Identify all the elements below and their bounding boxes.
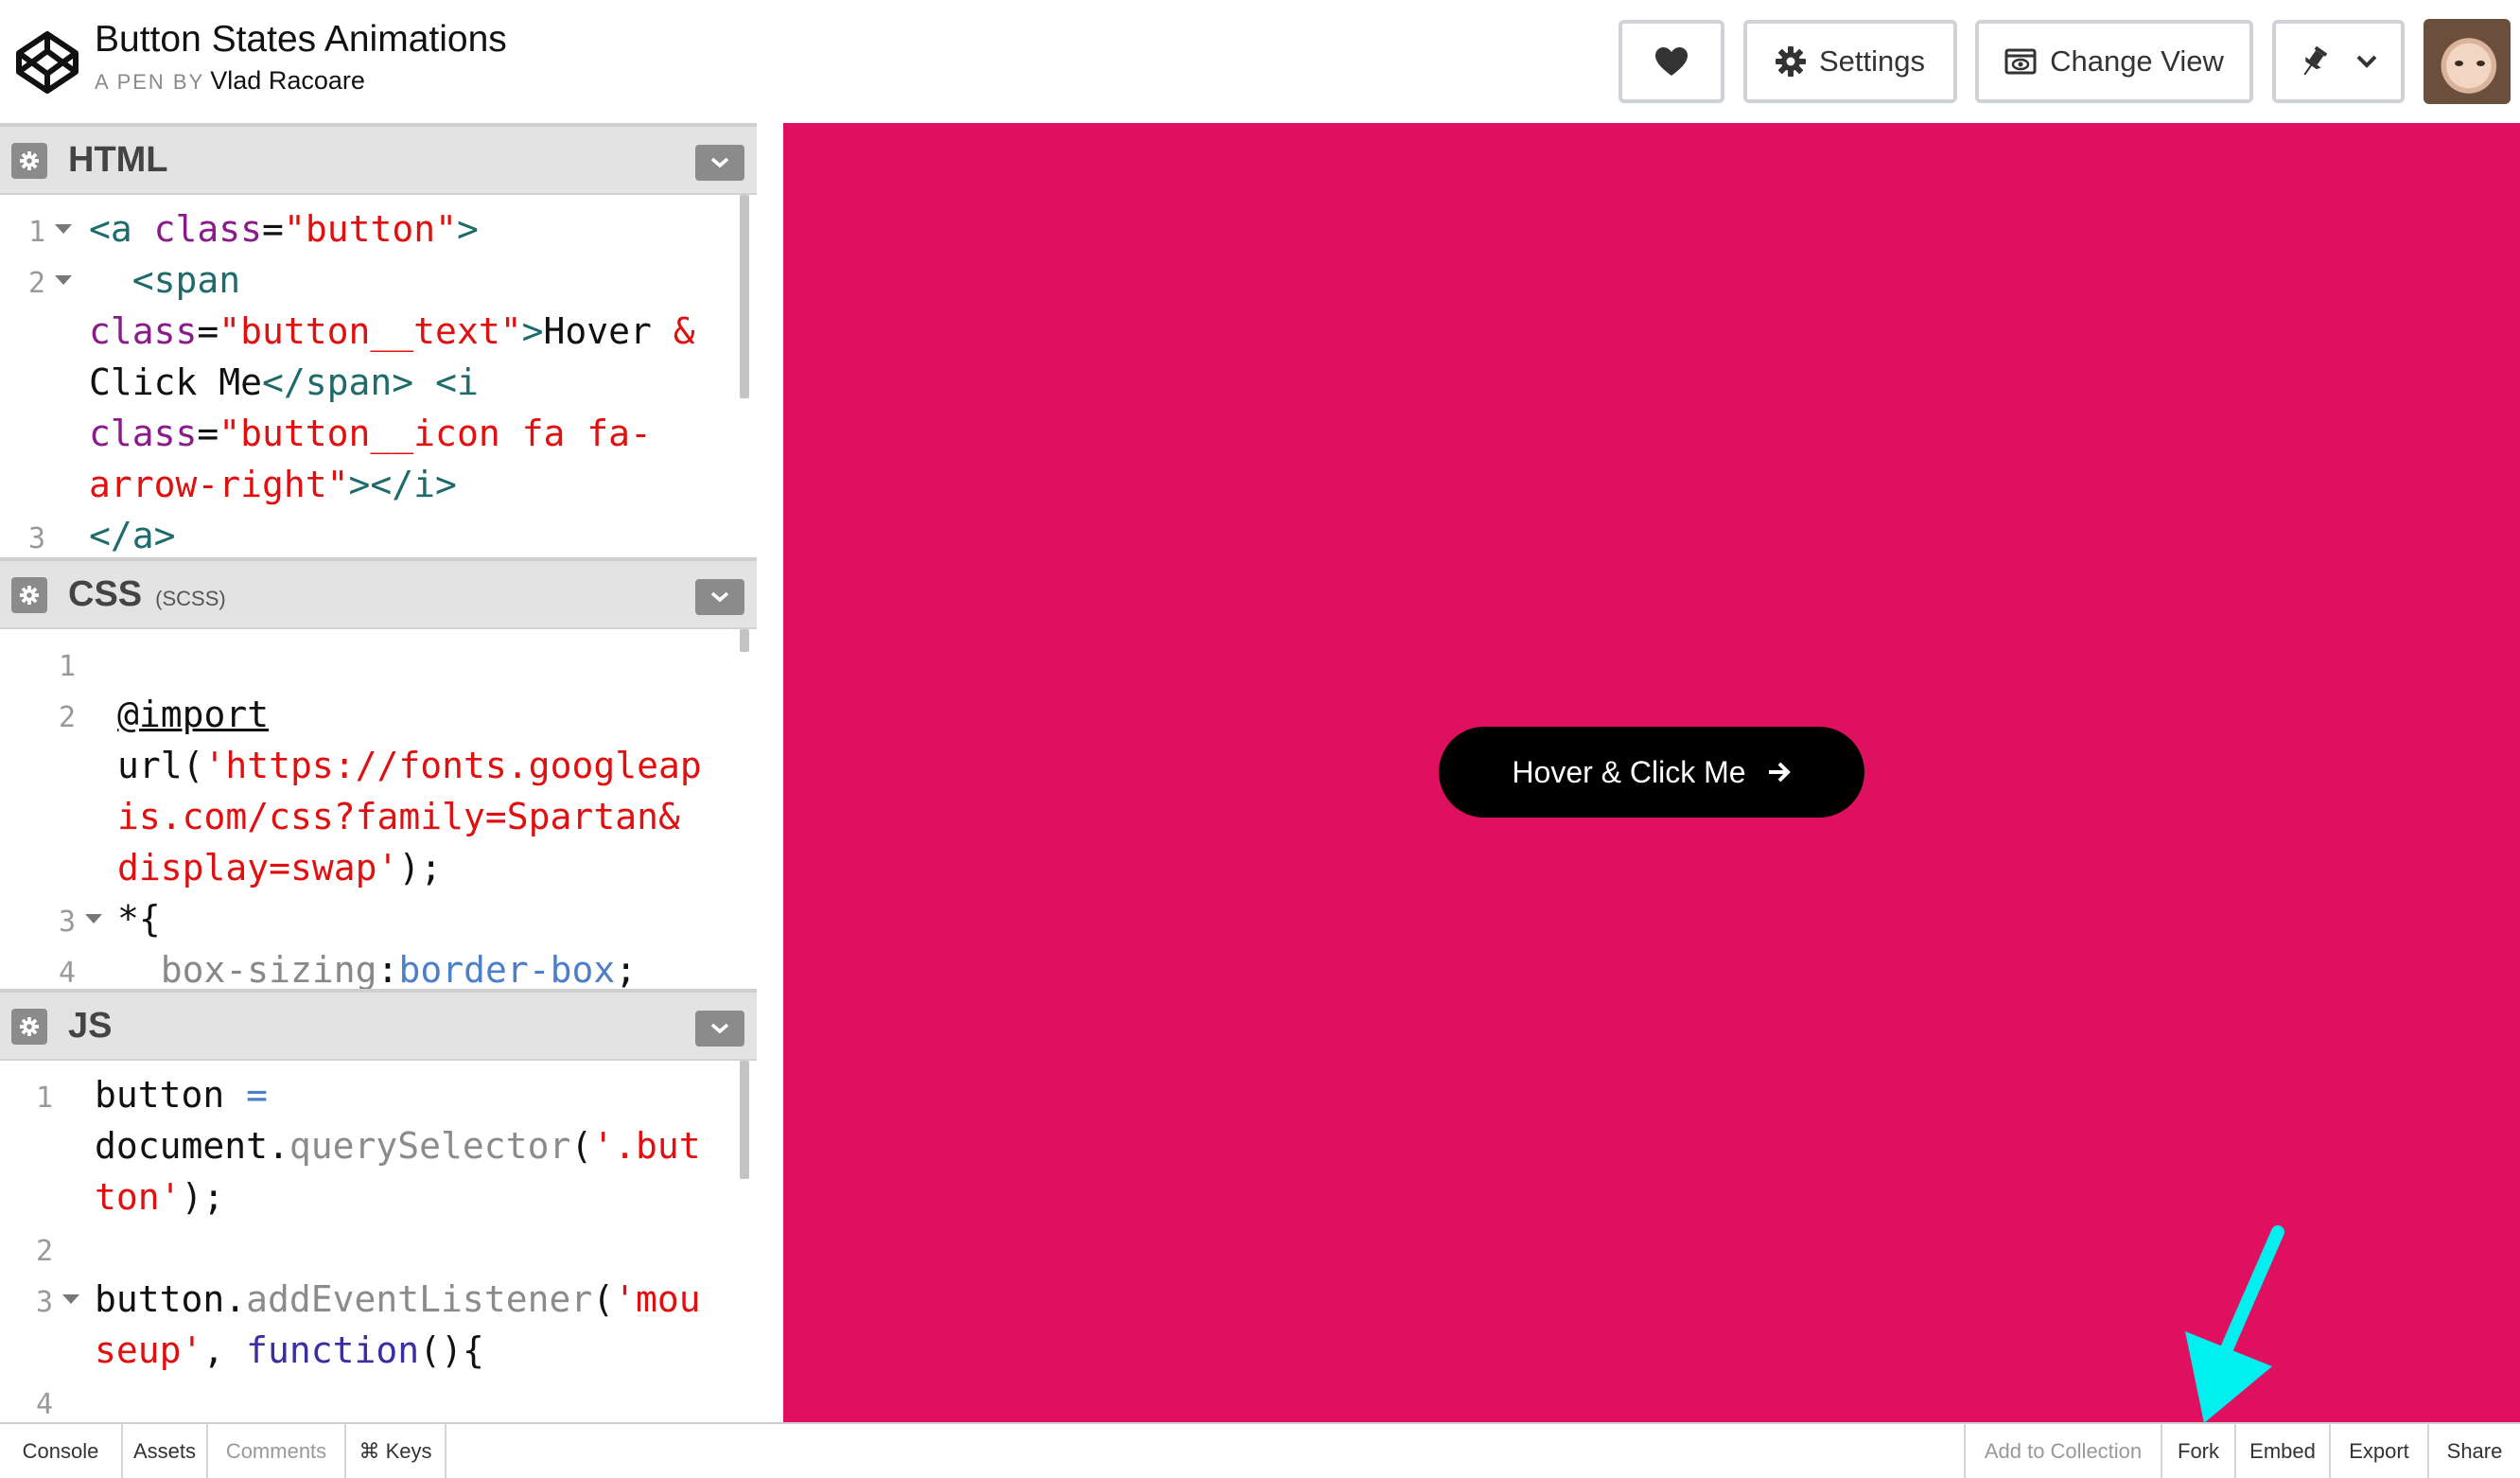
code-line: <span	[131, 259, 241, 301]
line-number: 2	[59, 701, 77, 734]
embed-button[interactable]: Embed	[2234, 1424, 2329, 1478]
code-line: button =	[95, 1074, 269, 1116]
code-line: <a class="button">	[89, 208, 479, 250]
js-pane-header[interactable]: JS	[0, 989, 757, 1061]
pen-byline: A PEN BY Vlad Racoare	[95, 66, 365, 96]
code-line: is.com/css?family=Spartan&	[117, 796, 680, 837]
annotation-arrow-icon	[2185, 1225, 2284, 1423]
code-line: button.addEventListener('mou	[95, 1278, 701, 1320]
html-code-editor[interactable]: 1 2 3 <a class="button"> <span class="bu…	[0, 195, 757, 557]
fork-button[interactable]: Fork	[2161, 1424, 2234, 1478]
css-scrollbar[interactable]	[740, 629, 749, 652]
chevron-down-icon	[710, 1023, 729, 1034]
html-scrollbar[interactable]	[740, 195, 749, 398]
chevron-down-icon	[2356, 55, 2377, 68]
css-collapse-button[interactable]	[695, 579, 744, 615]
html-settings-button[interactable]	[11, 143, 47, 179]
console-button[interactable]: Console	[0, 1424, 121, 1478]
js-scrollbar[interactable]	[740, 1061, 749, 1179]
css-code-editor[interactable]: 1 2 3 4 @import url('https://fonts.googl…	[0, 629, 757, 989]
line-number: 1	[36, 1082, 54, 1115]
html-collapse-button[interactable]	[695, 145, 744, 181]
code-line: display=swap');	[117, 847, 443, 889]
assets-button[interactable]: Assets	[121, 1424, 206, 1478]
gear-icon	[20, 151, 39, 170]
change-view-label: Change View	[2050, 44, 2224, 78]
fold-arrow-icon[interactable]	[55, 224, 72, 234]
line-number: 1	[28, 216, 46, 249]
line-number: 4	[36, 1388, 54, 1421]
line-number: 1	[59, 650, 77, 683]
code-line: ton');	[95, 1176, 225, 1218]
cta-label: Hover & Click Me	[1512, 754, 1746, 789]
line-number: 3	[36, 1286, 54, 1319]
pin-icon	[2303, 46, 2327, 76]
fold-arrow-icon[interactable]	[55, 275, 72, 285]
js-collapse-button[interactable]	[695, 1011, 744, 1047]
avatar-eye	[2476, 61, 2485, 66]
arrow-right-icon	[1768, 762, 1791, 783]
author-link[interactable]: Vlad Racoare	[210, 66, 365, 95]
love-button[interactable]	[1619, 20, 1724, 103]
bottom-bar: Console Assets Comments ⌘ Keys Add to Co…	[0, 1422, 2520, 1478]
pin-menu-button[interactable]	[2272, 20, 2405, 103]
user-avatar[interactable]	[2424, 19, 2511, 104]
comments-button[interactable]: Comments	[206, 1424, 344, 1478]
gear-icon	[20, 1017, 39, 1036]
code-line: arrow-right"></i>	[89, 464, 457, 505]
codepen-logo-icon[interactable]	[15, 30, 79, 95]
css-pane-title: CSS (SCSS)	[68, 574, 226, 615]
line-number: 3	[28, 522, 46, 555]
line-number: 3	[59, 906, 77, 939]
chevron-down-icon	[710, 591, 729, 603]
change-view-icon	[2004, 48, 2037, 75]
keys-button[interactable]: ⌘ Keys	[344, 1424, 446, 1478]
add-to-collection-button[interactable]: Add to Collection	[1964, 1424, 2161, 1478]
code-line: </a>	[89, 515, 176, 556]
html-pane-header[interactable]: HTML	[0, 123, 757, 195]
js-settings-button[interactable]	[11, 1009, 47, 1045]
line-number: 2	[28, 267, 46, 300]
share-button[interactable]: Share	[2427, 1424, 2520, 1478]
code-line: @import	[117, 694, 270, 735]
chevron-down-icon	[710, 157, 729, 168]
fold-arrow-icon[interactable]	[62, 1294, 79, 1304]
css-pane-title-text: CSS	[68, 574, 143, 614]
js-code-editor[interactable]: 1 2 3 4 button = document.querySelector(…	[0, 1061, 757, 1422]
css-pane-header[interactable]: CSS (SCSS)	[0, 557, 757, 629]
code-line: box-sizing:border-box;	[160, 949, 638, 989]
html-pane-title: HTML	[68, 140, 168, 180]
top-header: Button States Animations A PEN BY Vlad Ra…	[0, 0, 2520, 123]
heart-icon	[1655, 47, 1688, 76]
js-pane-title: JS	[68, 1006, 113, 1046]
editor-column: HTML 1 2 3 <a class="button"> <span clas…	[0, 123, 757, 1422]
code-line: document.querySelector('.but	[95, 1125, 701, 1167]
code-line: class="button__text">Hover &	[89, 310, 695, 352]
export-button[interactable]: Export	[2329, 1424, 2427, 1478]
avatar-eye	[2455, 61, 2463, 66]
line-number: 4	[59, 957, 77, 989]
css-settings-button[interactable]	[11, 577, 47, 613]
settings-button[interactable]: Settings	[1743, 20, 1957, 103]
css-preprocessor-label: (SCSS)	[155, 587, 226, 610]
code-line: Click Me</span> <i	[89, 361, 479, 403]
code-line: class="button__icon fa fa-	[89, 413, 652, 454]
change-view-button[interactable]: Change View	[1975, 20, 2253, 103]
gear-icon	[20, 586, 39, 605]
fold-arrow-icon[interactable]	[85, 914, 102, 924]
gear-icon	[1775, 46, 1806, 77]
line-number: 2	[36, 1235, 54, 1268]
hover-click-me-button[interactable]: Hover & Click Me	[1439, 727, 1864, 818]
code-line: seup', function(){	[95, 1329, 484, 1371]
code-line: url('https://fonts.googleap	[117, 745, 702, 786]
pen-title: Button States Animations	[95, 19, 507, 60]
settings-label: Settings	[1818, 44, 1925, 78]
code-line: *{	[117, 898, 161, 940]
byline-prefix: A PEN BY	[95, 70, 205, 94]
